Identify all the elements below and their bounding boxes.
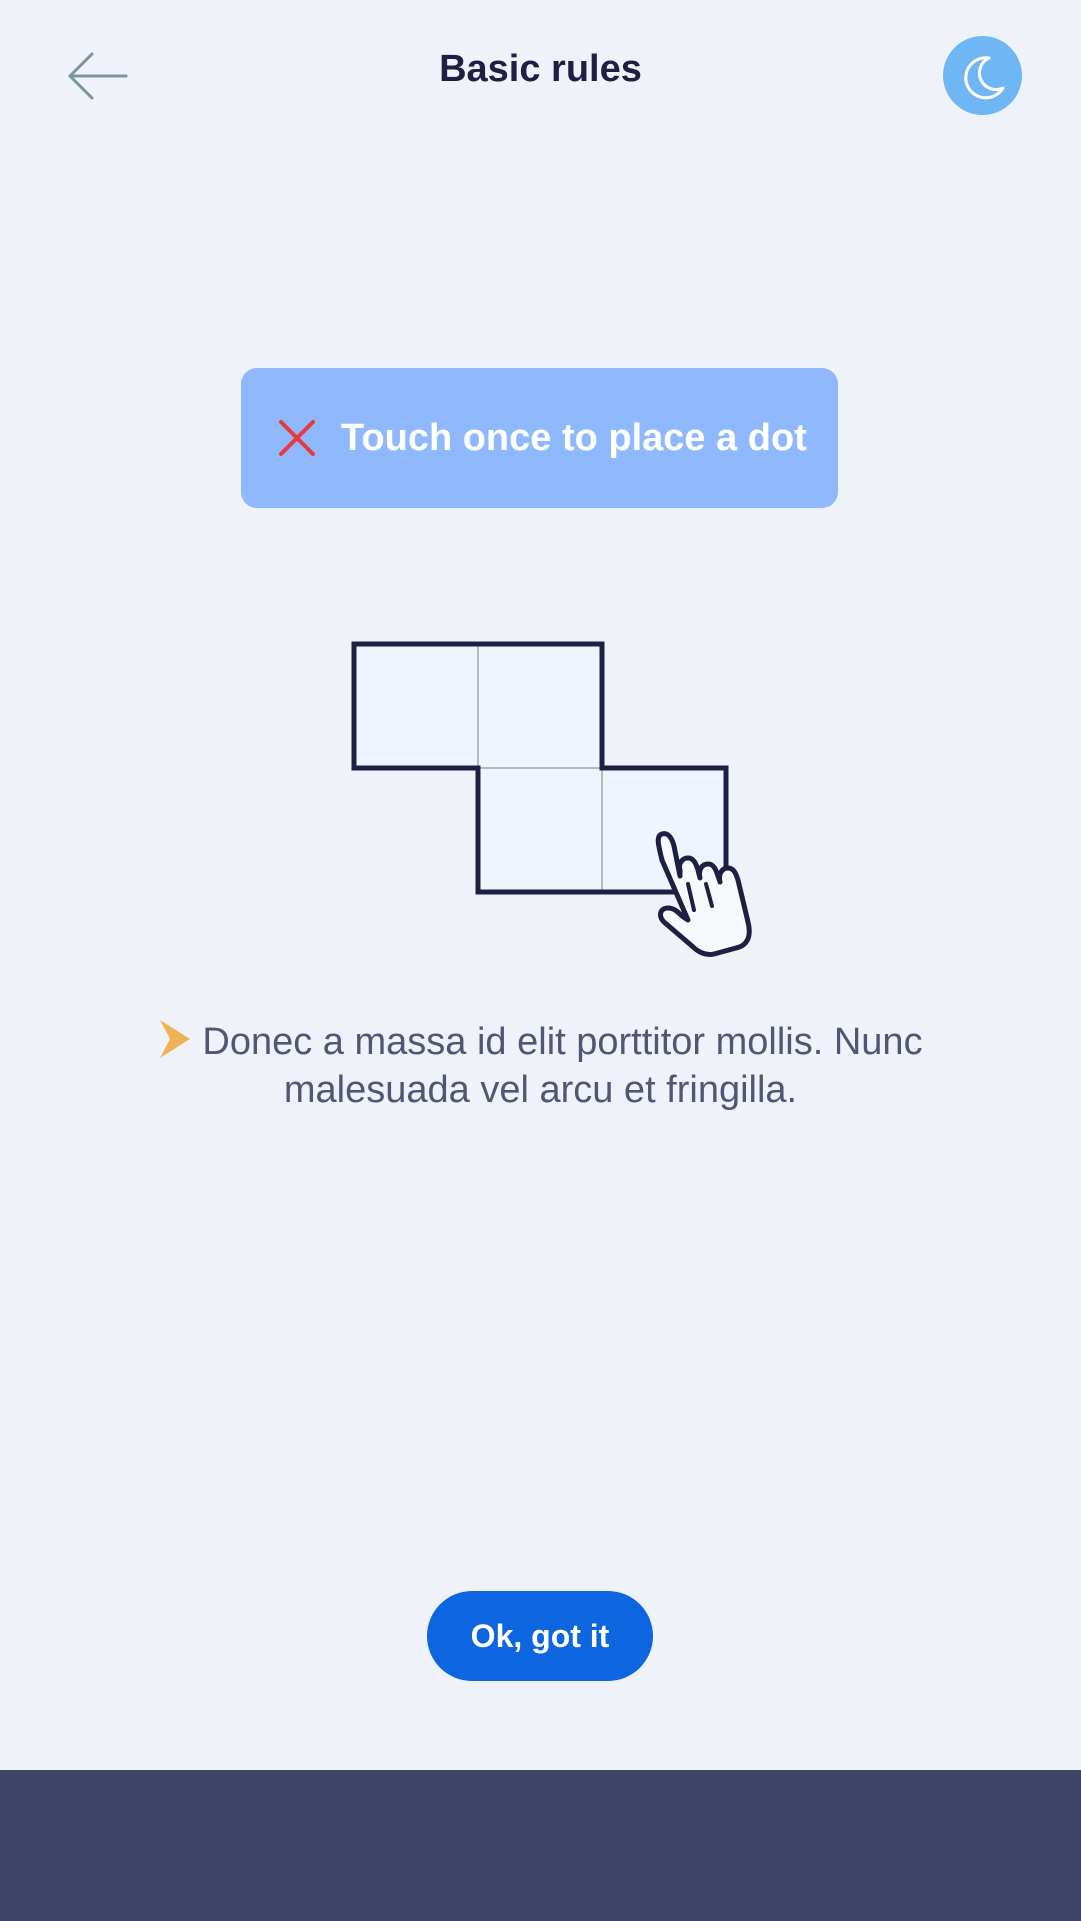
tap-illustration (351, 641, 752, 957)
arrow-bullet-icon (160, 1020, 191, 1058)
bottom-bar (0, 1770, 1081, 1921)
moon-icon (963, 55, 1004, 99)
night-mode-button[interactable] (943, 36, 1022, 115)
close-icon (279, 420, 315, 456)
hint-banner: Touch once to place a dot (241, 368, 838, 508)
rules-screen: Basic rules Touch once to place a dot Do… (0, 0, 1081, 1921)
description-text: Donec a massa id elit porttitor mollis. … (202, 1021, 923, 1111)
rule-description: Donec a massa id elit porttitor mollis. … (100, 1018, 981, 1114)
page-title: Basic rules (439, 48, 642, 90)
ok-got-it-button[interactable]: Ok, got it (427, 1591, 653, 1681)
hint-text: Touch once to place a dot (341, 416, 807, 459)
